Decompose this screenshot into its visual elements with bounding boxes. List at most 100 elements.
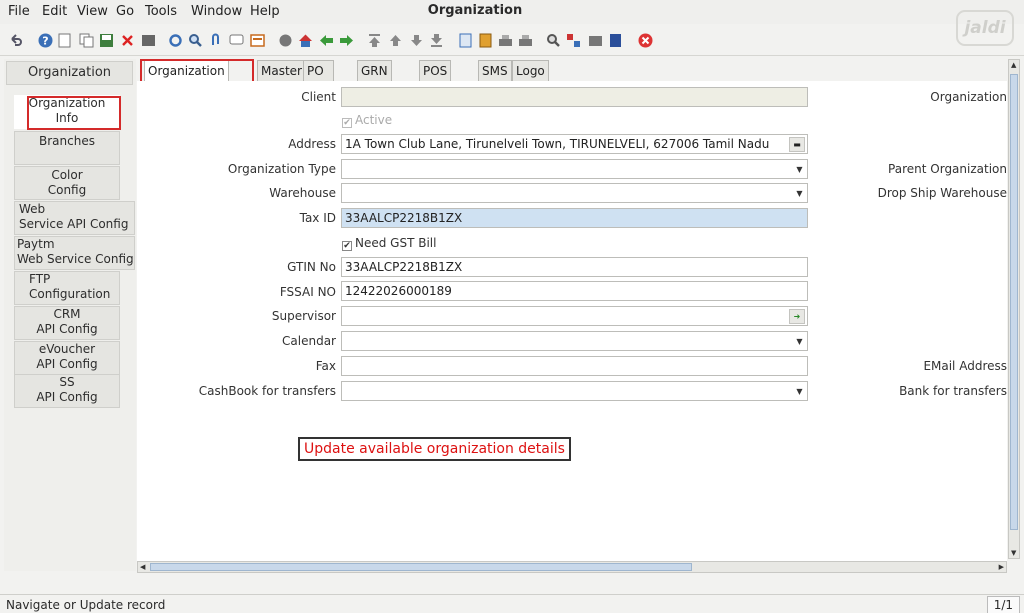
detail-icon[interactable] <box>458 33 473 48</box>
menu-go[interactable]: Go <box>116 4 134 19</box>
fssai-field[interactable]: 12422026000189 <box>341 281 808 301</box>
fax-field[interactable] <box>341 356 808 376</box>
highlight-box-top-tab <box>140 59 254 83</box>
active-label: Active <box>355 113 393 127</box>
chevron-down-icon[interactable]: ▼ <box>794 384 805 399</box>
cashbook-select[interactable]: ▼ <box>341 381 808 401</box>
close-icon[interactable] <box>638 33 653 48</box>
end-icon[interactable] <box>608 33 623 48</box>
supervisor-field[interactable]: ➜ <box>341 306 808 326</box>
tab-organization[interactable]: Organization <box>6 61 133 85</box>
delete-icon[interactable] <box>120 33 135 48</box>
find-icon[interactable] <box>188 33 203 48</box>
tab-paytm-web-service-config[interactable]: Paytm Web Service Config <box>14 236 135 270</box>
back-icon[interactable] <box>319 33 334 48</box>
organization-type-select[interactable]: ▼ <box>341 159 808 179</box>
product-info-icon[interactable] <box>566 33 581 48</box>
warehouse-label: Warehouse <box>269 186 336 200</box>
previous-record-icon[interactable] <box>388 33 403 48</box>
tax-id-label: Tax ID <box>299 211 336 225</box>
scroll-down-icon[interactable]: ▼ <box>1011 549 1016 557</box>
copy-icon[interactable] <box>79 33 94 48</box>
address-label: Address <box>288 137 336 151</box>
vertical-scroll-thumb[interactable] <box>1010 74 1018 530</box>
highlight-box-left-tab <box>27 96 121 130</box>
workflow-icon[interactable] <box>478 33 493 48</box>
first-record-icon[interactable] <box>367 33 382 48</box>
need-gst-bill-checkbox[interactable]: ✔ Need GST Bill <box>342 236 436 251</box>
status-bar: Navigate or Update record 1/1 <box>0 594 1024 613</box>
need-gst-bill-label: Need GST Bill <box>355 236 437 250</box>
chevron-down-icon[interactable]: ▼ <box>794 334 805 349</box>
menu-file[interactable]: File <box>8 4 30 19</box>
report-icon[interactable] <box>250 33 265 48</box>
menu-view[interactable]: View <box>77 4 108 19</box>
tab-evoucher-api-config[interactable]: eVoucher API Config <box>14 341 120 375</box>
window-title: Organization <box>427 3 523 18</box>
scroll-right-icon[interactable]: ▶ <box>999 563 1004 571</box>
undo-icon[interactable] <box>8 33 23 48</box>
chat-icon[interactable] <box>229 33 244 48</box>
refresh-icon[interactable] <box>168 33 183 48</box>
horizontal-scroll-thumb[interactable] <box>150 563 692 571</box>
gtin-field[interactable]: 33AALCP2218B1ZX <box>341 257 808 277</box>
lock-icon[interactable] <box>588 33 603 48</box>
new-icon[interactable] <box>57 33 72 48</box>
scroll-left-icon[interactable]: ◀ <box>140 563 145 571</box>
tab-sms[interactable]: SMS <box>478 60 512 81</box>
last-record-icon[interactable] <box>429 33 444 48</box>
client-field <box>341 87 808 107</box>
tab-color-config[interactable]: Color Config <box>14 166 120 200</box>
tab-web-service-api-config[interactable]: Web Service API Config <box>14 201 135 235</box>
annotation-callout: Update available organization details <box>298 437 571 461</box>
form-panel: Client ✔ Active Address 1A Town Club Lane… <box>137 81 1007 561</box>
status-text: Navigate or Update record <box>6 598 166 612</box>
save-icon[interactable] <box>99 33 114 48</box>
menu-window[interactable]: Window <box>191 4 242 19</box>
address-value: 1A Town Club Lane, Tirunelveli Town, TIR… <box>345 137 770 151</box>
tab-ss-api-config[interactable]: SS API Config <box>14 374 120 408</box>
print-all-icon[interactable] <box>518 33 533 48</box>
fax-label: Fax <box>315 359 336 373</box>
chevron-down-icon[interactable]: ▼ <box>794 162 805 177</box>
organization-label-right: Organization <box>930 90 1007 104</box>
print-icon[interactable] <box>498 33 513 48</box>
attachment-icon[interactable] <box>208 33 223 48</box>
calendar-select[interactable]: ▼ <box>341 331 808 351</box>
cashbook-label: CashBook for transfers <box>198 384 336 398</box>
menu-help[interactable]: Help <box>250 4 280 19</box>
supervisor-lookup-icon[interactable]: ➜ <box>789 309 805 324</box>
tab-ftp-configuration[interactable]: FTP Configuration <box>14 271 120 305</box>
tax-id-field[interactable]: 33AALCP2218B1ZX <box>341 208 808 228</box>
tab-grn-info[interactable]: GRN Info <box>357 60 392 95</box>
warehouse-select[interactable]: ▼ <box>341 183 808 203</box>
tab-logo[interactable]: Logo <box>512 60 549 81</box>
next-record-icon[interactable] <box>409 33 424 48</box>
chevron-down-icon[interactable]: ▼ <box>794 186 805 201</box>
scroll-up-icon[interactable]: ▲ <box>1011 61 1016 69</box>
archive-icon[interactable] <box>278 33 293 48</box>
menu-tools[interactable]: Tools <box>145 4 177 19</box>
tab-pos-info[interactable]: POS Info <box>419 60 452 95</box>
address-field[interactable]: 1A Town Club Lane, Tirunelveli Town, TIR… <box>341 134 808 154</box>
tab-master[interactable]: Master <box>257 60 306 81</box>
menu-edit[interactable]: Edit <box>42 4 67 19</box>
fssai-label: FSSAI NO <box>279 285 336 299</box>
active-checkbox[interactable]: ✔ Active <box>342 113 392 128</box>
address-edit-button[interactable]: ▬ <box>789 137 805 152</box>
tab-crm-api-config[interactable]: CRM API Config <box>14 306 120 340</box>
help-icon[interactable]: ? <box>38 33 53 48</box>
horizontal-scrollbar[interactable]: ◀ ▶ <box>137 561 1007 573</box>
vertical-scrollbar[interactable]: ▲ ▼ <box>1008 59 1020 559</box>
home-icon[interactable] <box>298 33 313 48</box>
zoom-across-icon[interactable] <box>546 33 561 48</box>
tab-branches[interactable]: Branches <box>14 131 120 165</box>
tab-po-info[interactable]: PO Info <box>303 60 334 95</box>
supervisor-label: Supervisor <box>271 309 336 323</box>
email-address-label: EMail Address <box>923 359 1007 373</box>
record-count[interactable]: 1/1 <box>986 596 1020 613</box>
jaldi-logo: jaldi <box>956 10 1014 46</box>
forward-icon[interactable] <box>339 33 354 48</box>
active-check-icon: ✔ <box>342 118 352 128</box>
print-preview-icon[interactable] <box>141 33 156 48</box>
